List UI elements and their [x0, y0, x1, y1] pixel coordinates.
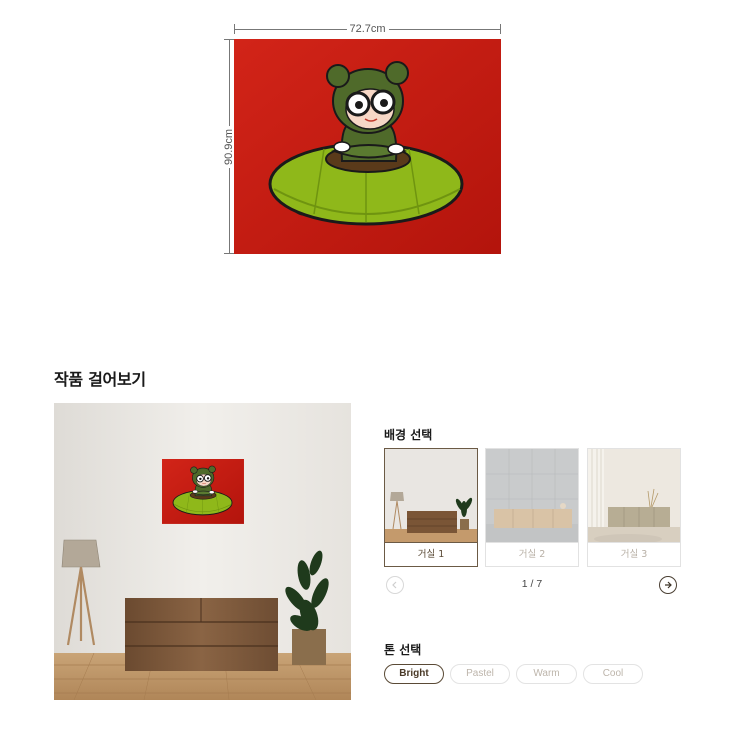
background-thumb-3[interactable]: 거실 3: [587, 448, 681, 567]
background-thumb-label: 거실 2: [486, 542, 578, 566]
tone-option-warm[interactable]: Warm: [516, 664, 577, 684]
next-button[interactable]: [659, 576, 677, 594]
background-thumbnails: 거실 1 거실 2 거실 3: [384, 448, 681, 568]
room-thumb-image: [588, 449, 680, 543]
tone-option-pastel[interactable]: Pastel: [450, 664, 510, 684]
room-thumb-image: [385, 449, 477, 543]
background-thumb-label: 거실 3: [588, 542, 680, 566]
room-thumb-image: [486, 449, 578, 543]
background-thumb-2[interactable]: 거실 2: [485, 448, 579, 567]
tone-option-cool[interactable]: Cool: [583, 664, 643, 684]
section-title: 작품 걸어보기: [54, 370, 146, 389]
artwork-display: 72.7cm 90.9cm: [0, 0, 735, 270]
background-select-title: 배경 선택: [384, 428, 433, 442]
width-dimension: 72.7cm: [234, 22, 501, 36]
tone-option-bright[interactable]: Bright: [384, 664, 444, 684]
background-thumb-1[interactable]: 거실 1: [384, 448, 478, 567]
background-thumb-label: 거실 1: [385, 542, 477, 566]
room-preview: [54, 403, 351, 700]
prev-button[interactable]: [386, 576, 404, 594]
width-label: 72.7cm: [346, 22, 389, 36]
artwork-image: [234, 39, 501, 254]
pager-indicator: 1 / 7: [521, 578, 543, 590]
room-artwork: [161, 458, 245, 525]
chevron-right-icon: [665, 581, 672, 589]
chevron-left-icon: [392, 581, 397, 589]
tone-select-title: 톤 선택: [384, 643, 422, 657]
